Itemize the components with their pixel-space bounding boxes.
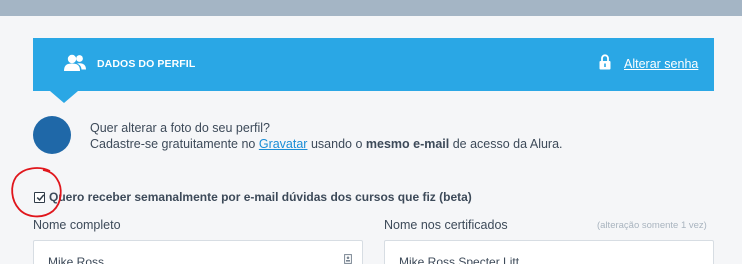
certificate-name-hint: (alteração somente 1 vez) xyxy=(597,220,707,231)
newsletter-option[interactable]: Quero receber semanalmente por e-mail dú… xyxy=(34,190,472,204)
section-title: DADOS DO PERFIL xyxy=(97,58,196,70)
photo-desc-prefix: Cadastre-se gratuitamente no xyxy=(90,137,259,151)
full-name-label: Nome completo xyxy=(33,218,121,232)
full-name-value: Mike Ross xyxy=(48,255,105,264)
header-pointer xyxy=(50,91,78,103)
photo-desc-bold: mesmo e-mail xyxy=(365,137,450,151)
profile-header: DADOS DO PERFIL Alterar senha xyxy=(33,38,714,91)
newsletter-label: Quero receber semanalmente por e-mail dú… xyxy=(49,190,472,204)
certificate-name-label: Nome nos certificados xyxy=(384,218,508,232)
contact-card-icon xyxy=(344,253,352,264)
top-nav-bar xyxy=(0,0,742,16)
certificate-name-input[interactable]: Mike Ross Specter Litt xyxy=(384,240,714,264)
photo-question: Quer alterar a foto do seu perfil? xyxy=(90,121,270,135)
users-icon xyxy=(64,54,86,72)
avatar[interactable] xyxy=(33,116,71,154)
photo-desc-suffix: de acesso da Alura. xyxy=(449,137,563,151)
photo-description: Cadastre-se gratuitamente no Gravatar us… xyxy=(90,137,563,151)
checkbox-checked-icon xyxy=(36,193,44,201)
change-password-link[interactable]: Alterar senha xyxy=(624,57,698,71)
full-name-input[interactable]: Mike Ross xyxy=(33,240,363,264)
newsletter-checkbox[interactable] xyxy=(34,191,45,203)
photo-desc-mid: usando o xyxy=(307,137,366,151)
lock-icon xyxy=(599,54,611,70)
gravatar-link[interactable]: Gravatar xyxy=(259,137,308,151)
certificate-name-value: Mike Ross Specter Litt xyxy=(399,255,520,264)
